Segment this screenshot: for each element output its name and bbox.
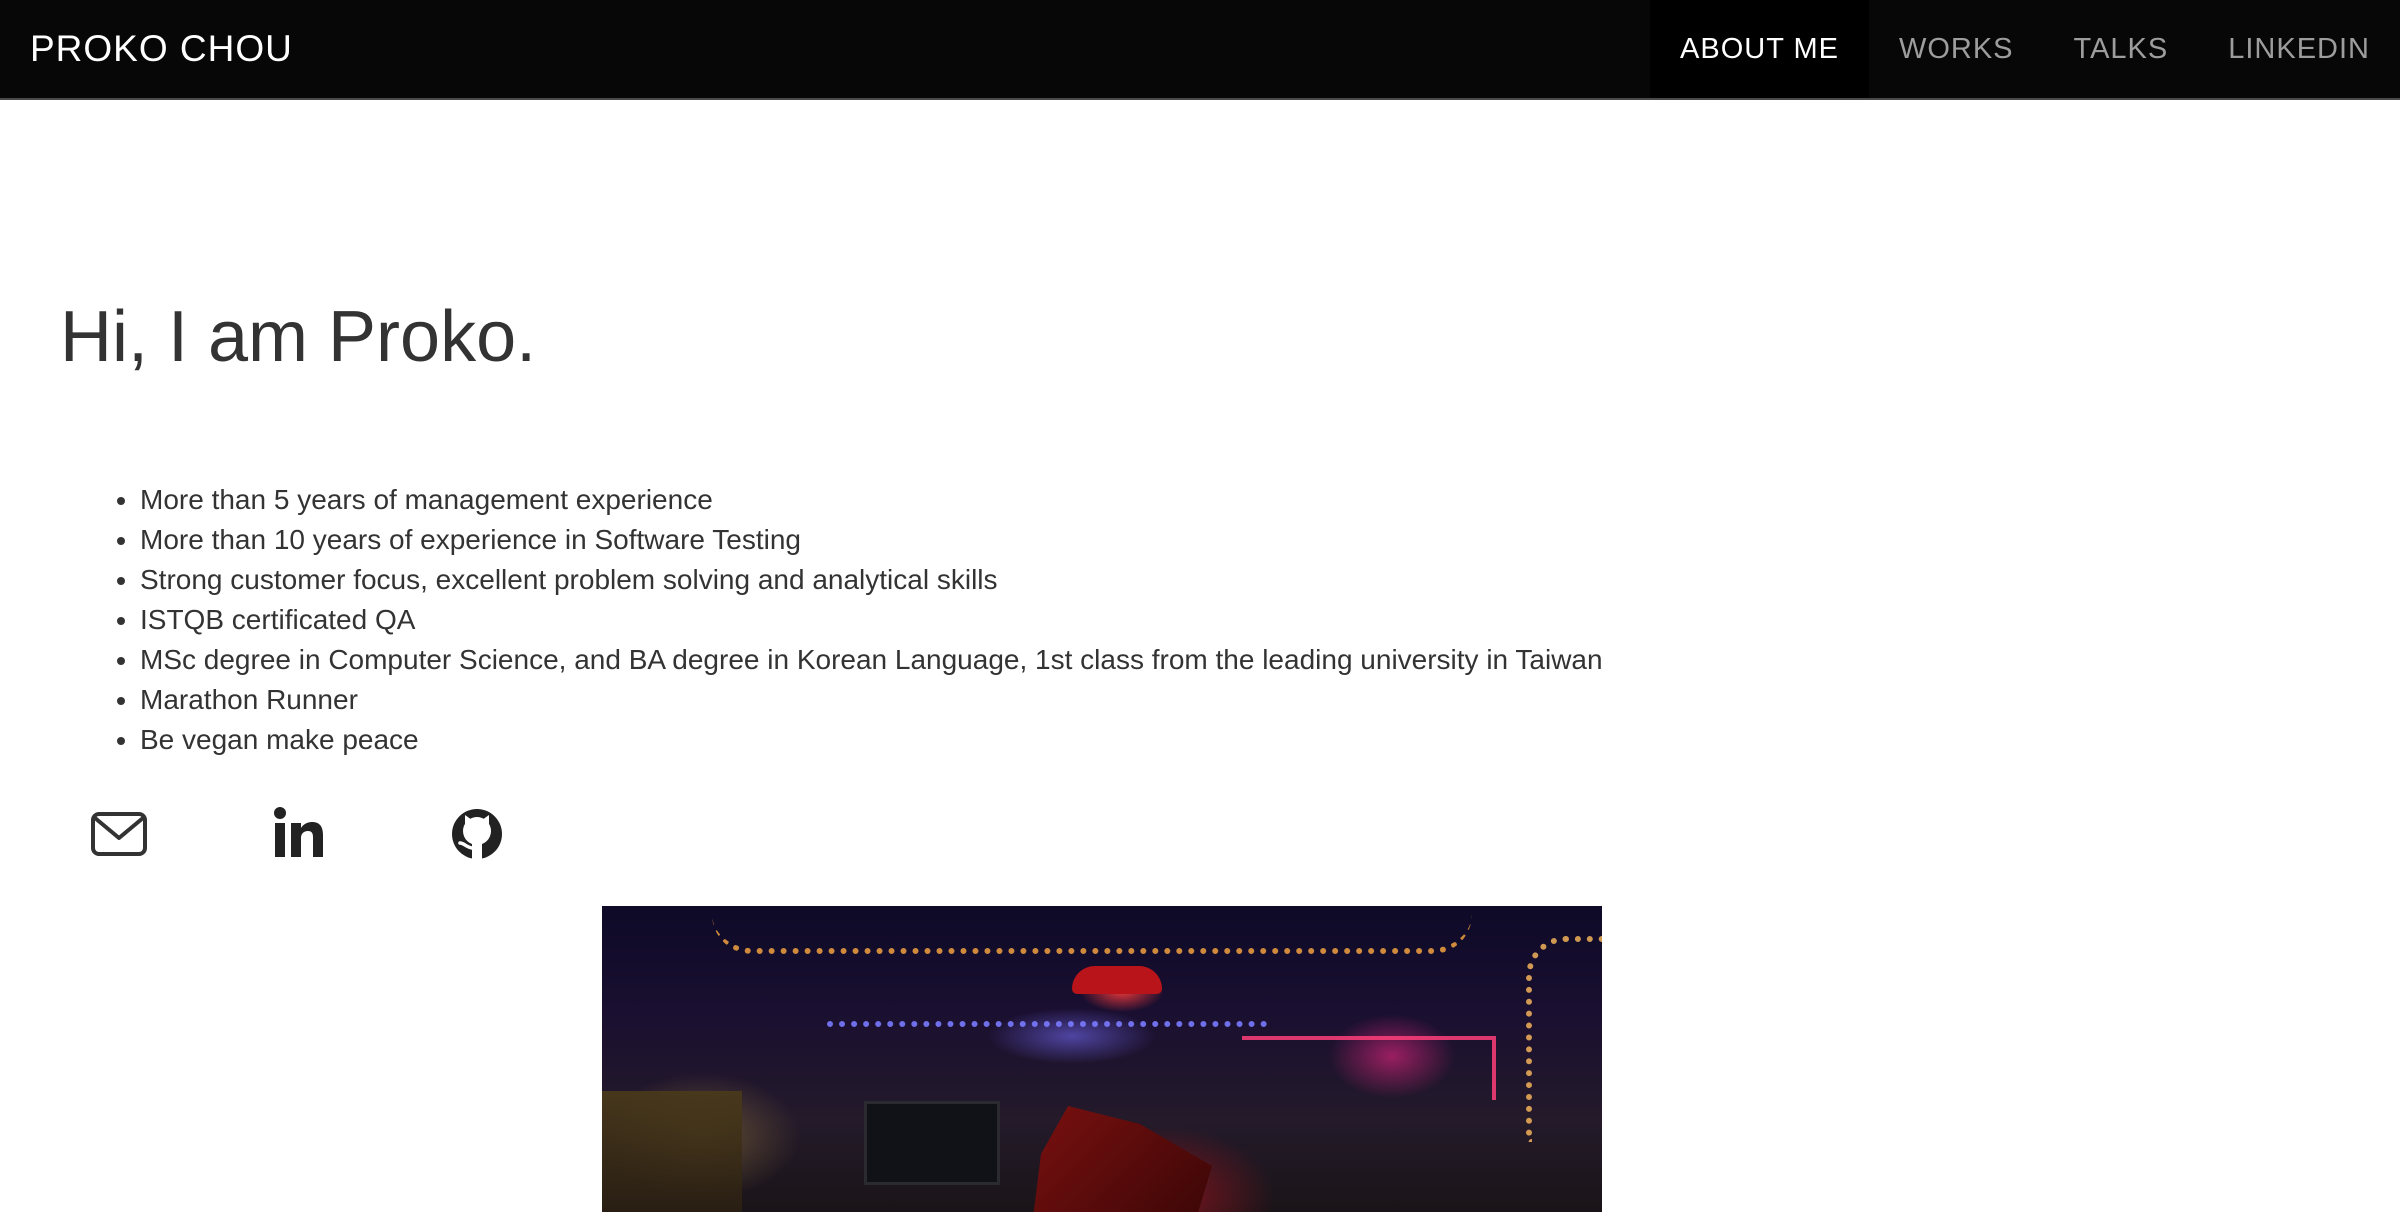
linkedin-link[interactable]: [269, 805, 327, 863]
profile-photo: [602, 906, 1602, 1212]
github-link[interactable]: [448, 805, 506, 863]
linkedin-icon: [274, 807, 323, 857]
list-item: ISTQB certificated QA: [140, 600, 1603, 640]
envelope-icon: [91, 812, 147, 856]
github-icon: [452, 809, 502, 859]
bar-shelf: [602, 1091, 742, 1212]
nav-item-linkedin[interactable]: LINKEDIN: [2198, 0, 2400, 98]
list-item: Be vegan make peace: [140, 720, 1603, 760]
list-item: More than 10 years of experience in Soft…: [140, 520, 1603, 560]
television: [864, 1101, 1000, 1185]
highlights-list: More than 5 years of management experien…: [60, 480, 1603, 760]
string-lights: [1526, 936, 1602, 1142]
email-link[interactable]: [90, 805, 148, 863]
hanging-lamp: [1072, 966, 1162, 994]
nav-item-works[interactable]: WORKS: [1869, 0, 2044, 98]
list-item: Strong customer focus, excellent problem…: [140, 560, 1603, 600]
neon-sign: [1242, 1036, 1496, 1100]
string-lights: [712, 908, 1472, 954]
list-item: MSc degree in Computer Science, and BA d…: [140, 640, 1603, 680]
nav-item-about-me[interactable]: ABOUT ME: [1650, 0, 1869, 98]
list-item: More than 5 years of management experien…: [140, 480, 1603, 520]
nav-item-talks[interactable]: TALKS: [2044, 0, 2199, 98]
nav-menu: ABOUT ME WORKS TALKS LINKEDIN: [1650, 0, 2400, 98]
site-brand-link[interactable]: PROKO CHOU: [30, 0, 293, 98]
piano: [1032, 1106, 1212, 1212]
string-lights: [827, 1021, 1267, 1037]
list-item: Marathon Runner: [140, 680, 1603, 720]
page-headline: Hi, I am Proko.: [60, 297, 537, 377]
social-links: [90, 805, 627, 863]
top-navbar: PROKO CHOU ABOUT ME WORKS TALKS LINKEDIN: [0, 0, 2400, 100]
